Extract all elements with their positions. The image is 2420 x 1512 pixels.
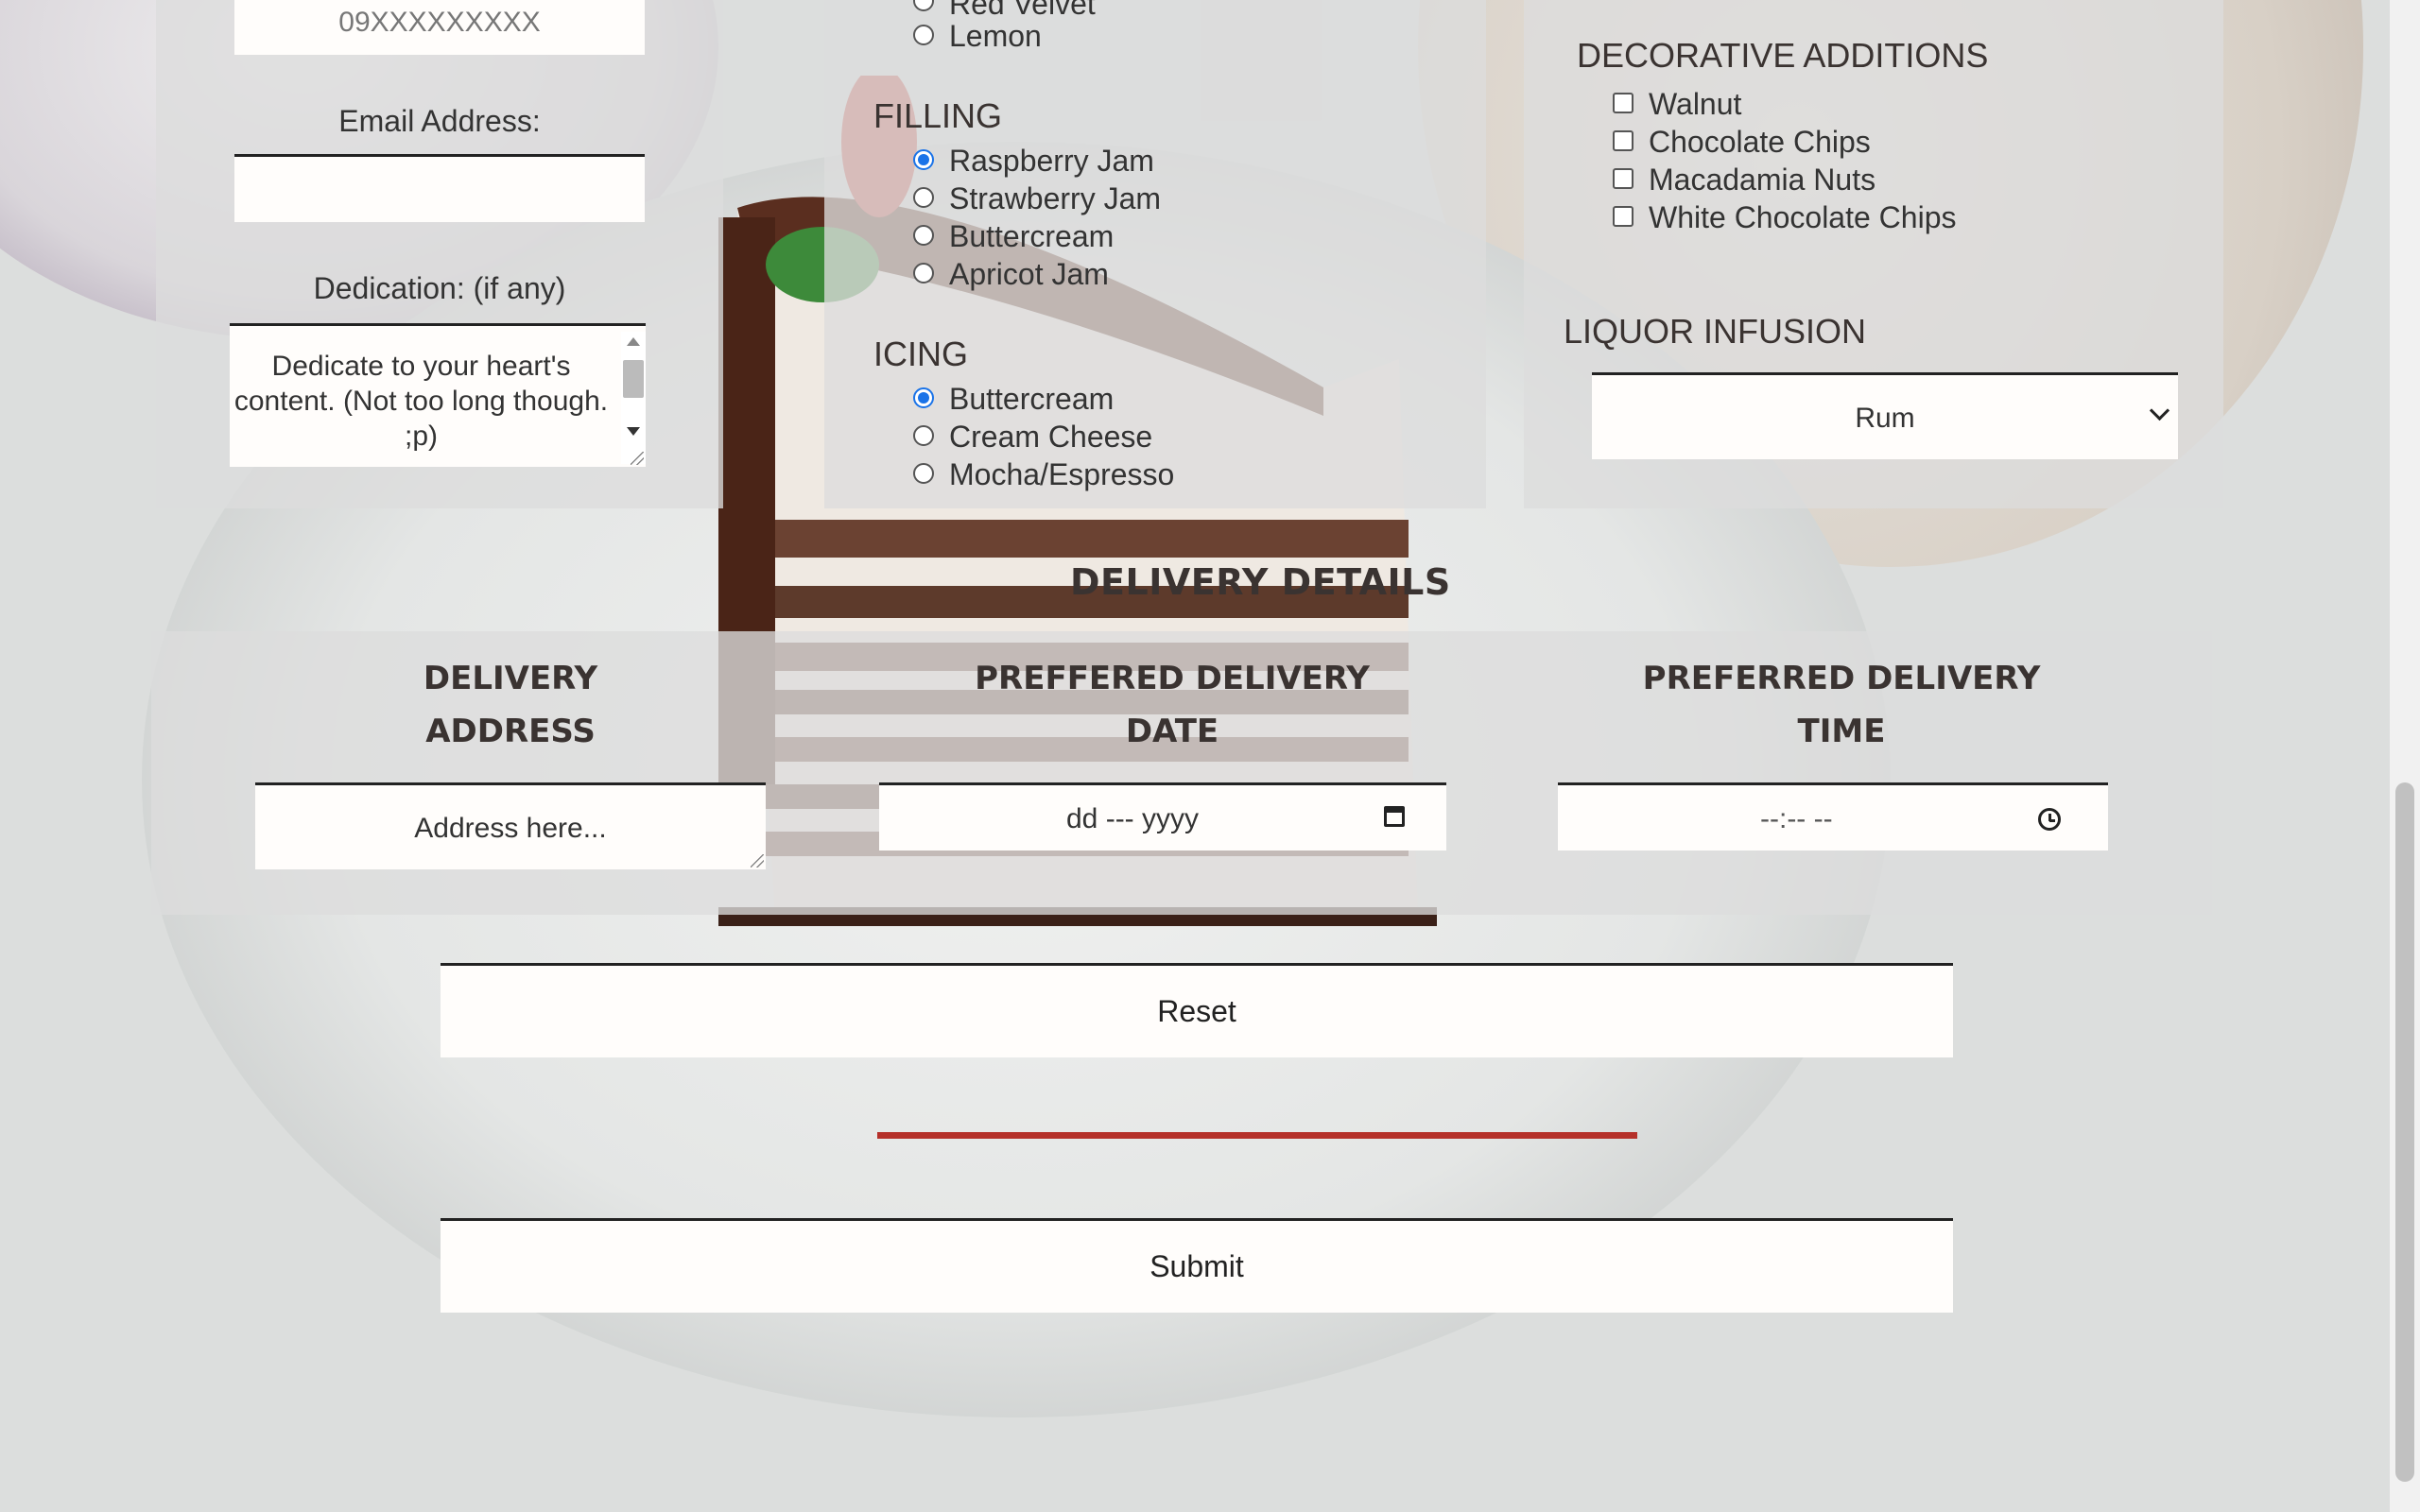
- option-walnut: Walnut: [1649, 87, 1742, 121]
- liquor-heading: LIQUOR INFUSION: [1564, 312, 1867, 351]
- checkbox-macadamia-nuts[interactable]: [1613, 168, 1634, 189]
- icing-heading: ICING: [873, 335, 969, 373]
- radio-mocha-espresso[interactable]: [913, 463, 934, 484]
- phone-input[interactable]: 09XXXXXXXXX: [234, 0, 645, 55]
- dedication-textarea[interactable]: Dedicate to your heart's content. (Not t…: [230, 323, 646, 467]
- decorative-heading: DECORATIVE ADDITIONS: [1577, 36, 1989, 75]
- delivery-date-input[interactable]: dd --- yyyy: [879, 782, 1446, 850]
- liquor-select[interactable]: Rum: [1592, 372, 2178, 459]
- option-macadamia-nuts: Macadamia Nuts: [1649, 163, 1876, 197]
- option-raspberry-jam: Raspberry Jam: [949, 144, 1154, 178]
- dedication-placeholder: Dedicate to your heart's content. (Not t…: [233, 351, 609, 452]
- email-label: Email Address:: [338, 104, 541, 138]
- delivery-date-label-line2: DATE: [1125, 713, 1219, 750]
- checkbox-walnut[interactable]: [1613, 93, 1634, 113]
- date-placeholder: dd --- yyyy: [1066, 803, 1200, 834]
- option-buttercream-filling: Buttercream: [949, 219, 1115, 253]
- delivery-details-heading: DELIVERY DETAILS: [1070, 561, 1451, 603]
- dedication-label: Dedication: (if any): [313, 271, 566, 305]
- radio-apricot-jam[interactable]: [913, 263, 934, 284]
- checkbox-white-chocolate-chips[interactable]: [1613, 206, 1634, 227]
- address-placeholder: Address here...: [414, 813, 607, 844]
- delivery-time-input[interactable]: --:-- --: [1558, 782, 2108, 850]
- scroll-thumb[interactable]: [623, 360, 644, 398]
- page-scroll-thumb[interactable]: [2395, 782, 2414, 1482]
- option-buttercream-icing: Buttercream: [949, 382, 1115, 416]
- delivery-address-label-line1: DELIVERY: [423, 660, 598, 697]
- option-apricot-jam: Apricot Jam: [949, 257, 1109, 291]
- option-white-chocolate-chips: White Chocolate Chips: [1649, 200, 1957, 234]
- chevron-down-icon: [2149, 400, 2170, 421]
- radio-strawberry-jam[interactable]: [913, 187, 934, 208]
- radio-lemon[interactable]: [913, 25, 934, 45]
- option-strawberry-jam: Strawberry Jam: [949, 181, 1162, 215]
- radio-buttercream-icing[interactable]: [913, 387, 934, 408]
- page-scrollbar[interactable]: [2390, 0, 2420, 1512]
- delivery-time-label-line2: TIME: [1797, 713, 1886, 750]
- textarea-scrollbar[interactable]: [621, 332, 646, 464]
- delivery-date-label: PREFFERED DELIVERY DATE: [945, 652, 1399, 758]
- delivery-time-label-line1: PREFERRED DELIVERY: [1642, 660, 2041, 697]
- divider-line: [877, 1132, 1637, 1139]
- delivery-address-label: DELIVERY ADDRESS: [340, 652, 681, 758]
- reset-button[interactable]: Reset: [441, 963, 1953, 1057]
- delivery-address-input[interactable]: Address here...: [255, 782, 766, 869]
- calendar-icon[interactable]: [1384, 806, 1405, 827]
- radio-cream-cheese[interactable]: [913, 425, 934, 446]
- delivery-date-label-line1: PREFFERED DELIVERY: [975, 660, 1370, 697]
- delivery-time-label: PREFERRED DELIVERY TIME: [1615, 652, 2068, 758]
- scroll-down-arrow-icon[interactable]: [627, 427, 640, 436]
- time-placeholder: --:-- --: [1760, 803, 1833, 834]
- email-input[interactable]: [234, 154, 645, 222]
- option-lemon: Lemon: [949, 19, 1042, 53]
- option-cream-cheese: Cream Cheese: [949, 420, 1153, 454]
- clock-icon[interactable]: [2038, 808, 2061, 831]
- option-chocolate-chips: Chocolate Chips: [1649, 125, 1871, 159]
- delivery-address-label-line2: ADDRESS: [425, 713, 596, 750]
- resize-grip-icon[interactable]: [631, 452, 644, 465]
- submit-button[interactable]: Submit: [441, 1218, 1953, 1313]
- radio-raspberry-jam[interactable]: [913, 149, 934, 170]
- scroll-up-arrow-icon[interactable]: [627, 337, 640, 346]
- liquor-selected-value: Rum: [1855, 403, 1915, 434]
- checkbox-chocolate-chips[interactable]: [1613, 130, 1634, 151]
- radio-buttercream-filling[interactable]: [913, 225, 934, 246]
- filling-heading: FILLING: [873, 96, 1003, 135]
- resize-grip-icon[interactable]: [751, 854, 764, 868]
- option-mocha-espresso: Mocha/Espresso: [949, 457, 1175, 491]
